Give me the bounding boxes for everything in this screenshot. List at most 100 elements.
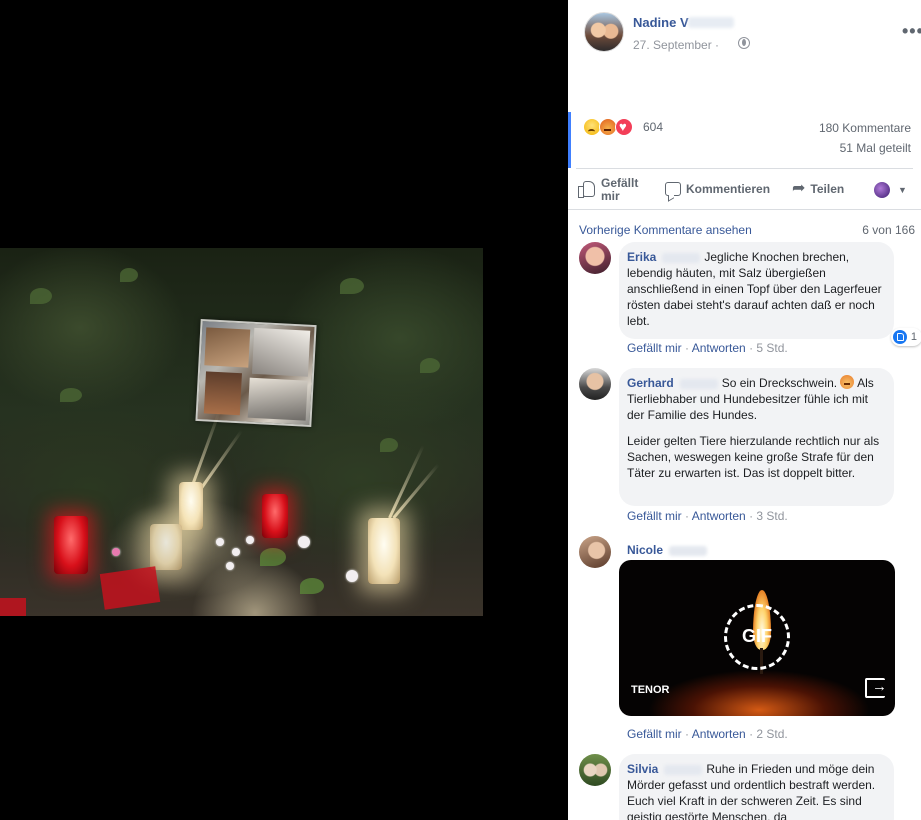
comment-meta: Gefällt mir · Antworten · 2 Std. xyxy=(627,727,788,741)
separator: · xyxy=(681,727,692,741)
author-name[interactable]: Nadine V xyxy=(633,15,689,30)
separator: · xyxy=(681,341,692,355)
comment-reply-link[interactable]: Antworten xyxy=(692,341,746,355)
dog-photo-collage xyxy=(195,319,317,427)
photo-viewer xyxy=(0,0,568,820)
name-blur xyxy=(664,764,703,775)
like-button[interactable]: Gefällt mir xyxy=(578,177,651,203)
comment-time[interactable]: 2 Std. xyxy=(756,727,787,741)
globe-icon xyxy=(738,37,750,49)
light-ray xyxy=(190,412,221,489)
comment-text: So ein Dreckschwein. xyxy=(721,376,838,390)
comment-meta: Gefällt mir · Antworten · 5 Std. xyxy=(627,341,788,355)
comment-like-badge[interactable]: 1 xyxy=(890,328,921,346)
more-options-icon[interactable]: ••• xyxy=(902,22,921,40)
name-blur xyxy=(669,545,708,556)
name-blur xyxy=(679,378,718,389)
name-blur xyxy=(662,252,701,263)
comment-reply-link[interactable]: Antworten xyxy=(692,509,746,523)
white-candle xyxy=(368,518,400,584)
divider xyxy=(568,209,921,210)
red-card xyxy=(0,598,26,616)
comment-like-link[interactable]: Gefällt mir xyxy=(627,727,682,741)
commenter-avatar[interactable] xyxy=(579,536,611,568)
comment-time[interactable]: 5 Std. xyxy=(756,341,787,355)
gif-provider: TENOR xyxy=(631,684,670,696)
post-header: Nadine V 27. September · ••• xyxy=(584,12,921,56)
gif-label: GIF xyxy=(742,626,772,646)
caret-down-icon: ▼ xyxy=(898,185,907,195)
light-ray xyxy=(388,444,425,519)
comment-pagination-count: 6 von 166 xyxy=(862,223,915,237)
commenter-name[interactable]: Gerhard xyxy=(627,376,674,390)
comments-count[interactable]: 180 Kommentare xyxy=(819,121,911,135)
leaf xyxy=(380,438,398,452)
flower xyxy=(226,562,234,570)
comment-label: Kommentieren xyxy=(686,182,771,196)
reaction-count[interactable]: 604 xyxy=(643,120,663,134)
like-reaction-icon xyxy=(892,330,907,344)
commenter-avatar[interactable] xyxy=(579,754,611,786)
flower xyxy=(346,570,358,582)
leaf xyxy=(340,278,364,294)
commenter-avatar[interactable] xyxy=(579,242,611,274)
flower xyxy=(246,536,254,544)
audience-selector[interactable]: ▼ xyxy=(874,182,907,198)
commenter-name-row: Nicole xyxy=(627,543,711,557)
white-candle xyxy=(150,524,182,570)
leaf xyxy=(300,578,324,594)
commenter-name[interactable]: Erika xyxy=(627,250,656,264)
flower xyxy=(232,548,240,556)
view-previous-comments[interactable]: Vorherige Kommentare ansehen xyxy=(579,223,752,237)
reactions-summary: 604 180 Kommentare 51 Mal geteilt xyxy=(568,112,921,168)
white-candle xyxy=(179,482,203,530)
comment-meta: Gefällt mir · Antworten · 3 Std. xyxy=(627,509,788,523)
open-external-icon[interactable] xyxy=(865,678,887,698)
leaf xyxy=(120,268,138,282)
comment-like-link[interactable]: Gefällt mir xyxy=(627,341,682,355)
flower xyxy=(216,538,224,546)
commenter-name[interactable]: Nicole xyxy=(627,543,663,557)
commenter-avatar[interactable] xyxy=(579,368,611,400)
share-icon: ➦ xyxy=(792,180,806,197)
gif-attachment[interactable]: GIF TENOR xyxy=(619,560,895,716)
comment-bubble: Silvia Ruhe in Frieden und möge dein Mörd… xyxy=(619,754,894,820)
leaf xyxy=(420,358,440,373)
post-panel: Nadine V 27. September · ••• 604 180 Kom… xyxy=(568,0,921,820)
separator: · xyxy=(745,509,757,523)
comment-reply-link[interactable]: Antworten xyxy=(692,727,746,741)
separator: · xyxy=(681,509,692,523)
flower xyxy=(298,536,310,548)
angry-emoji-icon xyxy=(840,375,855,389)
thumbs-up-icon xyxy=(578,179,596,198)
separator: · xyxy=(745,341,757,355)
red-candle xyxy=(262,494,288,538)
leaf xyxy=(30,288,52,304)
author-name-blur xyxy=(688,17,734,28)
comment-icon xyxy=(665,182,681,196)
leaf xyxy=(260,548,286,566)
author-avatar[interactable] xyxy=(584,12,624,52)
red-candle xyxy=(54,516,88,574)
shares-count[interactable]: 51 Mal geteilt xyxy=(840,141,911,155)
post-date[interactable]: 27. September · xyxy=(633,38,719,52)
memorial-photo[interactable] xyxy=(0,248,483,616)
comment-like-count: 1 xyxy=(910,331,917,343)
red-card xyxy=(99,566,161,610)
profile-avatar-icon xyxy=(874,182,890,198)
share-button[interactable]: ➦ Teilen xyxy=(792,180,845,197)
separator: · xyxy=(745,727,757,741)
share-label: Teilen xyxy=(810,182,845,196)
comment-time[interactable]: 3 Std. xyxy=(756,509,787,523)
flower xyxy=(112,548,120,556)
love-reaction-icon[interactable] xyxy=(615,118,633,136)
comment-text-para: Leider gelten Tiere hierzulande rechtlic… xyxy=(627,434,880,480)
comment-bubble: Gerhard So ein Dreckschwein. Als Tierlieb… xyxy=(619,368,894,506)
comment-like-link[interactable]: Gefällt mir xyxy=(627,509,682,523)
post-actions: Gefällt mir Kommentieren ➦ Teilen ▼ xyxy=(576,168,913,208)
commenter-name[interactable]: Silvia xyxy=(627,762,658,776)
comment-bubble: Erika Jegliche Knochen brechen, lebendig … xyxy=(619,242,921,346)
leaf xyxy=(60,388,82,402)
like-label: Gefällt mir xyxy=(601,176,639,203)
comment-button[interactable]: Kommentieren xyxy=(665,182,770,196)
